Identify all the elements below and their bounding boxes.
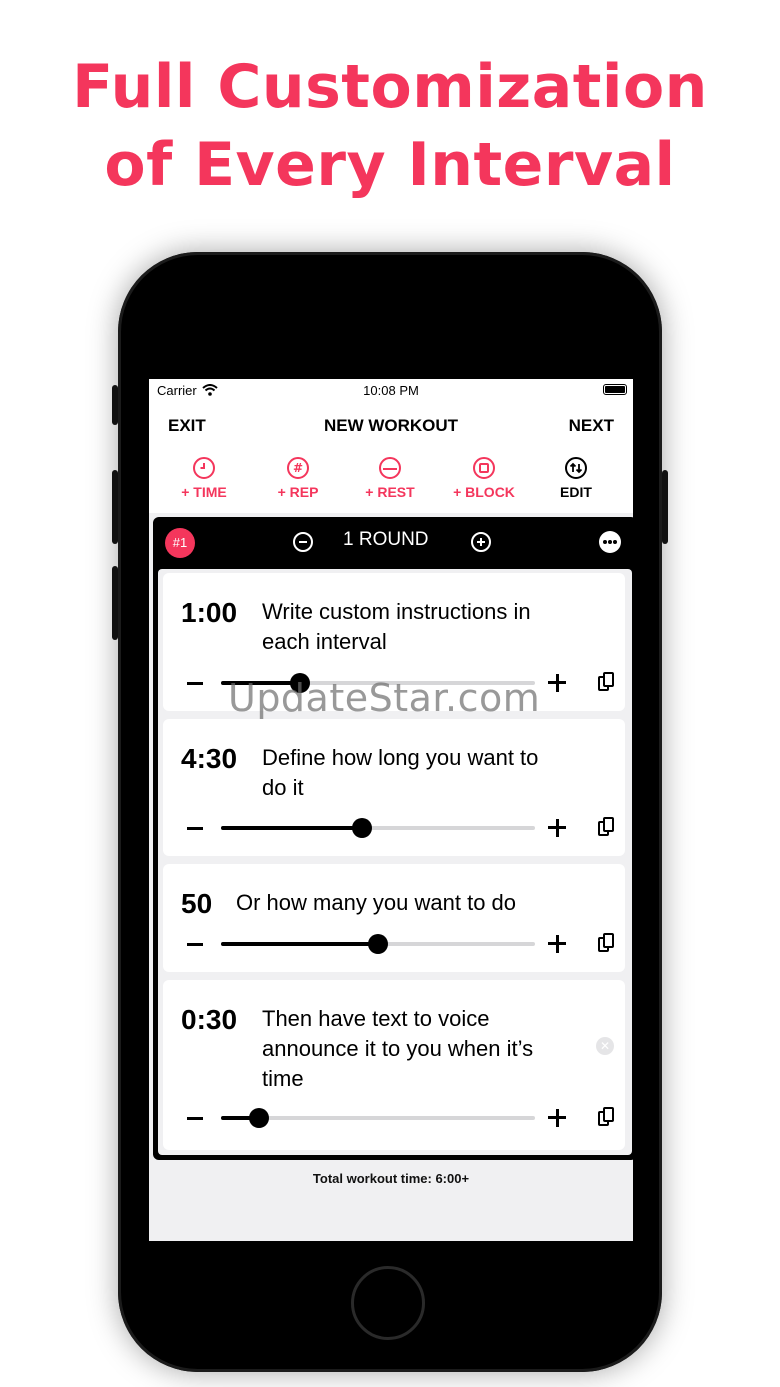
block-icon [473, 457, 495, 479]
nav-bar: EXIT NEW WORKOUT NEXT + TIME # + REP + R… [149, 403, 633, 513]
watermark: UpdateStar.com [228, 676, 541, 720]
instructions-line: announce it to you when it’s [262, 1036, 534, 1061]
add-rest-label: + REST [365, 484, 415, 500]
duplicate-icon[interactable] [598, 817, 614, 837]
add-block-button[interactable]: + BLOCK [439, 457, 529, 500]
instructions-line: time [262, 1066, 304, 1091]
add-rep-label: + REP [277, 484, 319, 500]
page-title: NEW WORKOUT [323, 416, 459, 435]
reorder-icon [565, 457, 587, 479]
interval-duration[interactable]: 0:30 [181, 1004, 237, 1036]
instructions-line: each interval [262, 629, 387, 654]
app-screen: Carrier 10:08 PM EXIT NEW WORKOUT NEXT +… [149, 379, 633, 1241]
power-button [662, 470, 668, 544]
interval-slider[interactable] [221, 934, 535, 954]
interval-slider[interactable] [221, 1108, 535, 1128]
battery-icon [603, 384, 627, 395]
interval-list: 1:00 Write custom instructions in each i… [158, 569, 632, 1155]
increment-button[interactable] [548, 1109, 566, 1127]
interval-instructions[interactable]: Write custom instructions in each interv… [262, 597, 531, 657]
slider-fill [221, 826, 363, 830]
decrement-button[interactable] [187, 943, 203, 946]
instructions-line: Write custom instructions in [262, 599, 531, 624]
mute-switch [112, 385, 118, 425]
hash-icon: # [287, 457, 309, 479]
slider-thumb[interactable] [368, 934, 388, 954]
increase-rounds-button[interactable] [471, 532, 491, 552]
instructions-line: do it [262, 775, 304, 800]
add-block-label: + BLOCK [453, 484, 515, 500]
exit-button[interactable]: EXIT [168, 416, 206, 436]
home-button[interactable] [351, 1266, 425, 1340]
interval-card[interactable]: 50 Or how many you want to do [163, 864, 625, 972]
status-time: 10:08 PM [363, 383, 419, 398]
add-time-label: + TIME [181, 484, 227, 500]
rounds-label: 1 ROUND [343, 529, 429, 550]
clock-icon [193, 457, 215, 479]
interval-card[interactable]: 4:30 Define how long you want to do it [163, 719, 625, 856]
instructions-line: Define how long you want to [262, 745, 539, 770]
interval-duration[interactable]: 1:00 [181, 597, 237, 629]
headline-line-2: of Every Interval [104, 130, 676, 200]
decrement-button[interactable] [187, 827, 203, 830]
total-workout-time: Total workout time: 6:00+ [312, 1171, 470, 1186]
clear-text-icon[interactable]: ✕ [596, 1037, 614, 1055]
status-bar: Carrier 10:08 PM [149, 379, 633, 403]
interval-slider[interactable] [221, 818, 535, 838]
more-options-icon[interactable] [599, 531, 621, 553]
headline: Full Customization of Every Interval [0, 48, 780, 204]
add-rep-button[interactable]: # + REP [253, 457, 343, 500]
decrement-button[interactable] [187, 1117, 203, 1120]
workout-block: #1 1 ROUND 1:00 Write custom instruction… [153, 517, 633, 1160]
decrease-rounds-button[interactable] [293, 532, 313, 552]
interval-card[interactable]: 0:30 Then have text to voice announce it… [163, 980, 625, 1150]
slider-fill [221, 942, 378, 946]
duplicate-icon[interactable] [598, 1107, 614, 1127]
interval-instructions[interactable]: Then have text to voice announce it to y… [262, 1004, 533, 1094]
increment-button[interactable] [548, 935, 566, 953]
interval-duration[interactable]: 50 [181, 888, 212, 920]
headline-line-1: Full Customization [72, 52, 708, 122]
next-button[interactable]: NEXT [569, 416, 614, 436]
interval-duration[interactable]: 4:30 [181, 743, 237, 775]
instructions-line: Or how many you want to do [236, 890, 517, 915]
decrement-button[interactable] [187, 682, 203, 685]
interval-instructions[interactable]: Or how many you want to do [236, 888, 516, 918]
slider-thumb[interactable] [352, 818, 373, 838]
block-number-badge: #1 [165, 528, 195, 558]
duplicate-icon[interactable] [598, 933, 614, 953]
volume-down-button [112, 566, 118, 640]
add-time-button[interactable]: + TIME [159, 457, 249, 500]
duplicate-icon[interactable] [598, 672, 614, 692]
edit-button[interactable]: EDIT [531, 457, 621, 500]
add-rest-button[interactable]: + REST [345, 457, 435, 500]
increment-button[interactable] [548, 674, 566, 692]
slider-thumb[interactable] [248, 1108, 269, 1128]
increment-button[interactable] [548, 819, 566, 837]
volume-up-button [112, 470, 118, 544]
rest-icon [379, 457, 401, 479]
edit-label: EDIT [560, 484, 592, 500]
interval-instructions[interactable]: Define how long you want to do it [262, 743, 538, 803]
instructions-line: Then have text to voice [262, 1006, 490, 1031]
round-bar: #1 1 ROUND [153, 517, 633, 567]
